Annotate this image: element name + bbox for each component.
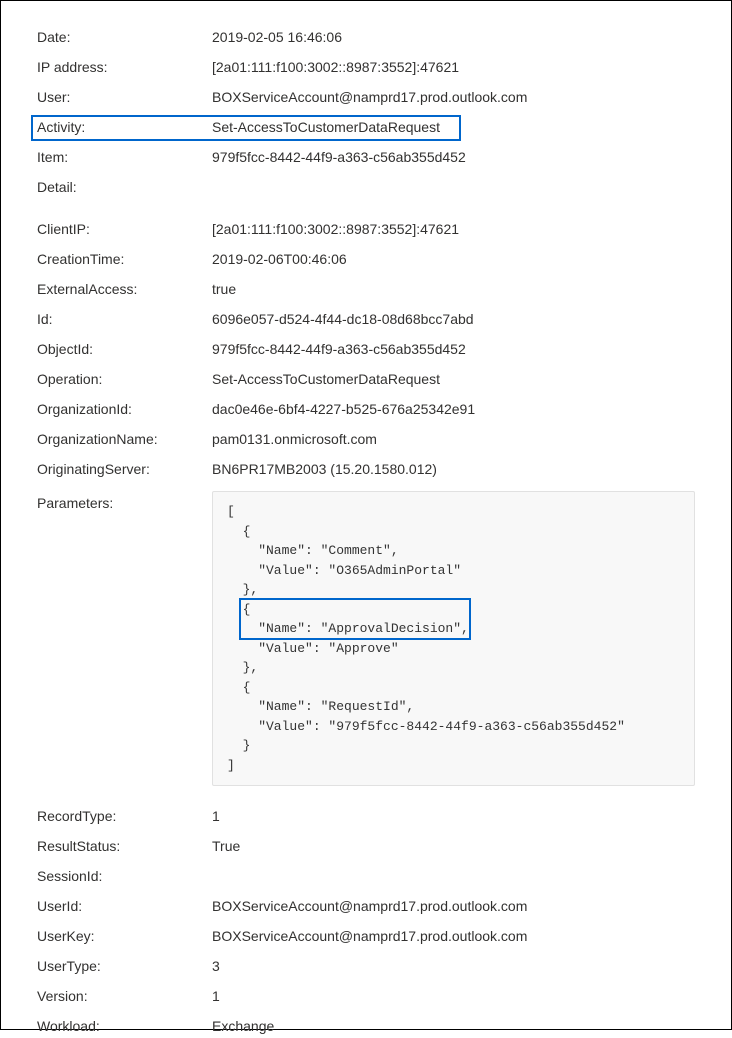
userid-value: BOXServiceAccount@namprd17.prod.outlook.… bbox=[212, 898, 695, 914]
organizationname-label: OrganizationName: bbox=[37, 431, 212, 447]
clientip-row: ClientIP: [2a01:111:f100:3002::8987:3552… bbox=[37, 221, 695, 241]
originatingserver-label: OriginatingServer: bbox=[37, 461, 212, 477]
recordtype-row: RecordType: 1 bbox=[37, 808, 695, 828]
externalaccess-value: true bbox=[212, 281, 695, 297]
creationtime-row: CreationTime: 2019-02-06T00:46:06 bbox=[37, 251, 695, 271]
originatingserver-row: OriginatingServer: BN6PR17MB2003 (15.20.… bbox=[37, 461, 695, 481]
clientip-label: ClientIP: bbox=[37, 221, 212, 237]
user-row: User: BOXServiceAccount@namprd17.prod.ou… bbox=[37, 89, 695, 109]
operation-value: Set-AccessToCustomerDataRequest bbox=[212, 371, 695, 387]
organizationid-value: dac0e46e-6bf4-4227-b525-676a25342e91 bbox=[212, 401, 695, 417]
date-row: Date: 2019-02-05 16:46:06 bbox=[37, 29, 695, 49]
sessionid-label: SessionId: bbox=[37, 868, 212, 884]
objectid-row: ObjectId: 979f5fcc-8442-44f9-a363-c56ab3… bbox=[37, 341, 695, 361]
version-value: 1 bbox=[212, 988, 695, 1004]
parameters-code-block: [ { "Name": "Comment", "Value": "O365Adm… bbox=[212, 491, 695, 786]
clientip-value: [2a01:111:f100:3002::8987:3552]:47621 bbox=[212, 221, 695, 237]
id-label: Id: bbox=[37, 311, 212, 327]
userkey-row: UserKey: BOXServiceAccount@namprd17.prod… bbox=[37, 928, 695, 948]
operation-label: Operation: bbox=[37, 371, 212, 387]
parameters-label: Parameters: bbox=[37, 491, 212, 511]
ip-label: IP address: bbox=[37, 59, 212, 75]
workload-value: Exchange bbox=[212, 1018, 695, 1034]
usertype-value: 3 bbox=[212, 958, 695, 974]
version-row: Version: 1 bbox=[37, 988, 695, 1008]
userid-row: UserId: BOXServiceAccount@namprd17.prod.… bbox=[37, 898, 695, 918]
usertype-row: UserType: 3 bbox=[37, 958, 695, 978]
organizationname-value: pam0131.onmicrosoft.com bbox=[212, 431, 695, 447]
usertype-label: UserType: bbox=[37, 958, 212, 974]
externalaccess-row: ExternalAccess: true bbox=[37, 281, 695, 301]
resultstatus-value: True bbox=[212, 838, 695, 854]
ip-row: IP address: [2a01:111:f100:3002::8987:35… bbox=[37, 59, 695, 79]
operation-row: Operation: Set-AccessToCustomerDataReque… bbox=[37, 371, 695, 391]
detail-label: Detail: bbox=[37, 179, 212, 195]
userid-label: UserId: bbox=[37, 898, 212, 914]
activity-value: Set-AccessToCustomerDataRequest bbox=[212, 119, 695, 135]
item-row: Item: 979f5fcc-8442-44f9-a363-c56ab355d4… bbox=[37, 149, 695, 169]
parameters-row: Parameters: [ { "Name": "Comment", "Valu… bbox=[37, 491, 695, 786]
ip-value: [2a01:111:f100:3002::8987:3552]:47621 bbox=[212, 59, 695, 75]
item-label: Item: bbox=[37, 149, 212, 165]
user-label: User: bbox=[37, 89, 212, 105]
resultstatus-label: ResultStatus: bbox=[37, 838, 212, 854]
externalaccess-label: ExternalAccess: bbox=[37, 281, 212, 297]
userkey-value: BOXServiceAccount@namprd17.prod.outlook.… bbox=[212, 928, 695, 944]
workload-row: Workload: Exchange bbox=[37, 1018, 695, 1038]
objectid-label: ObjectId: bbox=[37, 341, 212, 357]
date-value: 2019-02-05 16:46:06 bbox=[212, 29, 695, 45]
date-label: Date: bbox=[37, 29, 212, 45]
id-value: 6096e057-d524-4f44-dc18-08d68bcc7abd bbox=[212, 311, 695, 327]
version-label: Version: bbox=[37, 988, 212, 1004]
parameters-value: [ { "Name": "Comment", "Value": "O365Adm… bbox=[227, 504, 625, 773]
creationtime-value: 2019-02-06T00:46:06 bbox=[212, 251, 695, 267]
activity-row: Activity: Set-AccessToCustomerDataReques… bbox=[37, 119, 695, 139]
originatingserver-value: BN6PR17MB2003 (15.20.1580.012) bbox=[212, 461, 695, 477]
workload-label: Workload: bbox=[37, 1018, 212, 1034]
recordtype-value: 1 bbox=[212, 808, 695, 824]
userkey-label: UserKey: bbox=[37, 928, 212, 944]
recordtype-label: RecordType: bbox=[37, 808, 212, 824]
creationtime-label: CreationTime: bbox=[37, 251, 212, 267]
item-value: 979f5fcc-8442-44f9-a363-c56ab355d452 bbox=[212, 149, 695, 165]
objectid-value: 979f5fcc-8442-44f9-a363-c56ab355d452 bbox=[212, 341, 695, 357]
sessionid-row: SessionId: bbox=[37, 868, 695, 888]
detail-header-row: Detail: bbox=[37, 179, 695, 199]
activity-label: Activity: bbox=[37, 119, 212, 135]
id-row: Id: 6096e057-d524-4f44-dc18-08d68bcc7abd bbox=[37, 311, 695, 331]
resultstatus-row: ResultStatus: True bbox=[37, 838, 695, 858]
organizationid-row: OrganizationId: dac0e46e-6bf4-4227-b525-… bbox=[37, 401, 695, 421]
user-value: BOXServiceAccount@namprd17.prod.outlook.… bbox=[212, 89, 695, 105]
organizationid-label: OrganizationId: bbox=[37, 401, 212, 417]
organizationname-row: OrganizationName: pam0131.onmicrosoft.co… bbox=[37, 431, 695, 451]
